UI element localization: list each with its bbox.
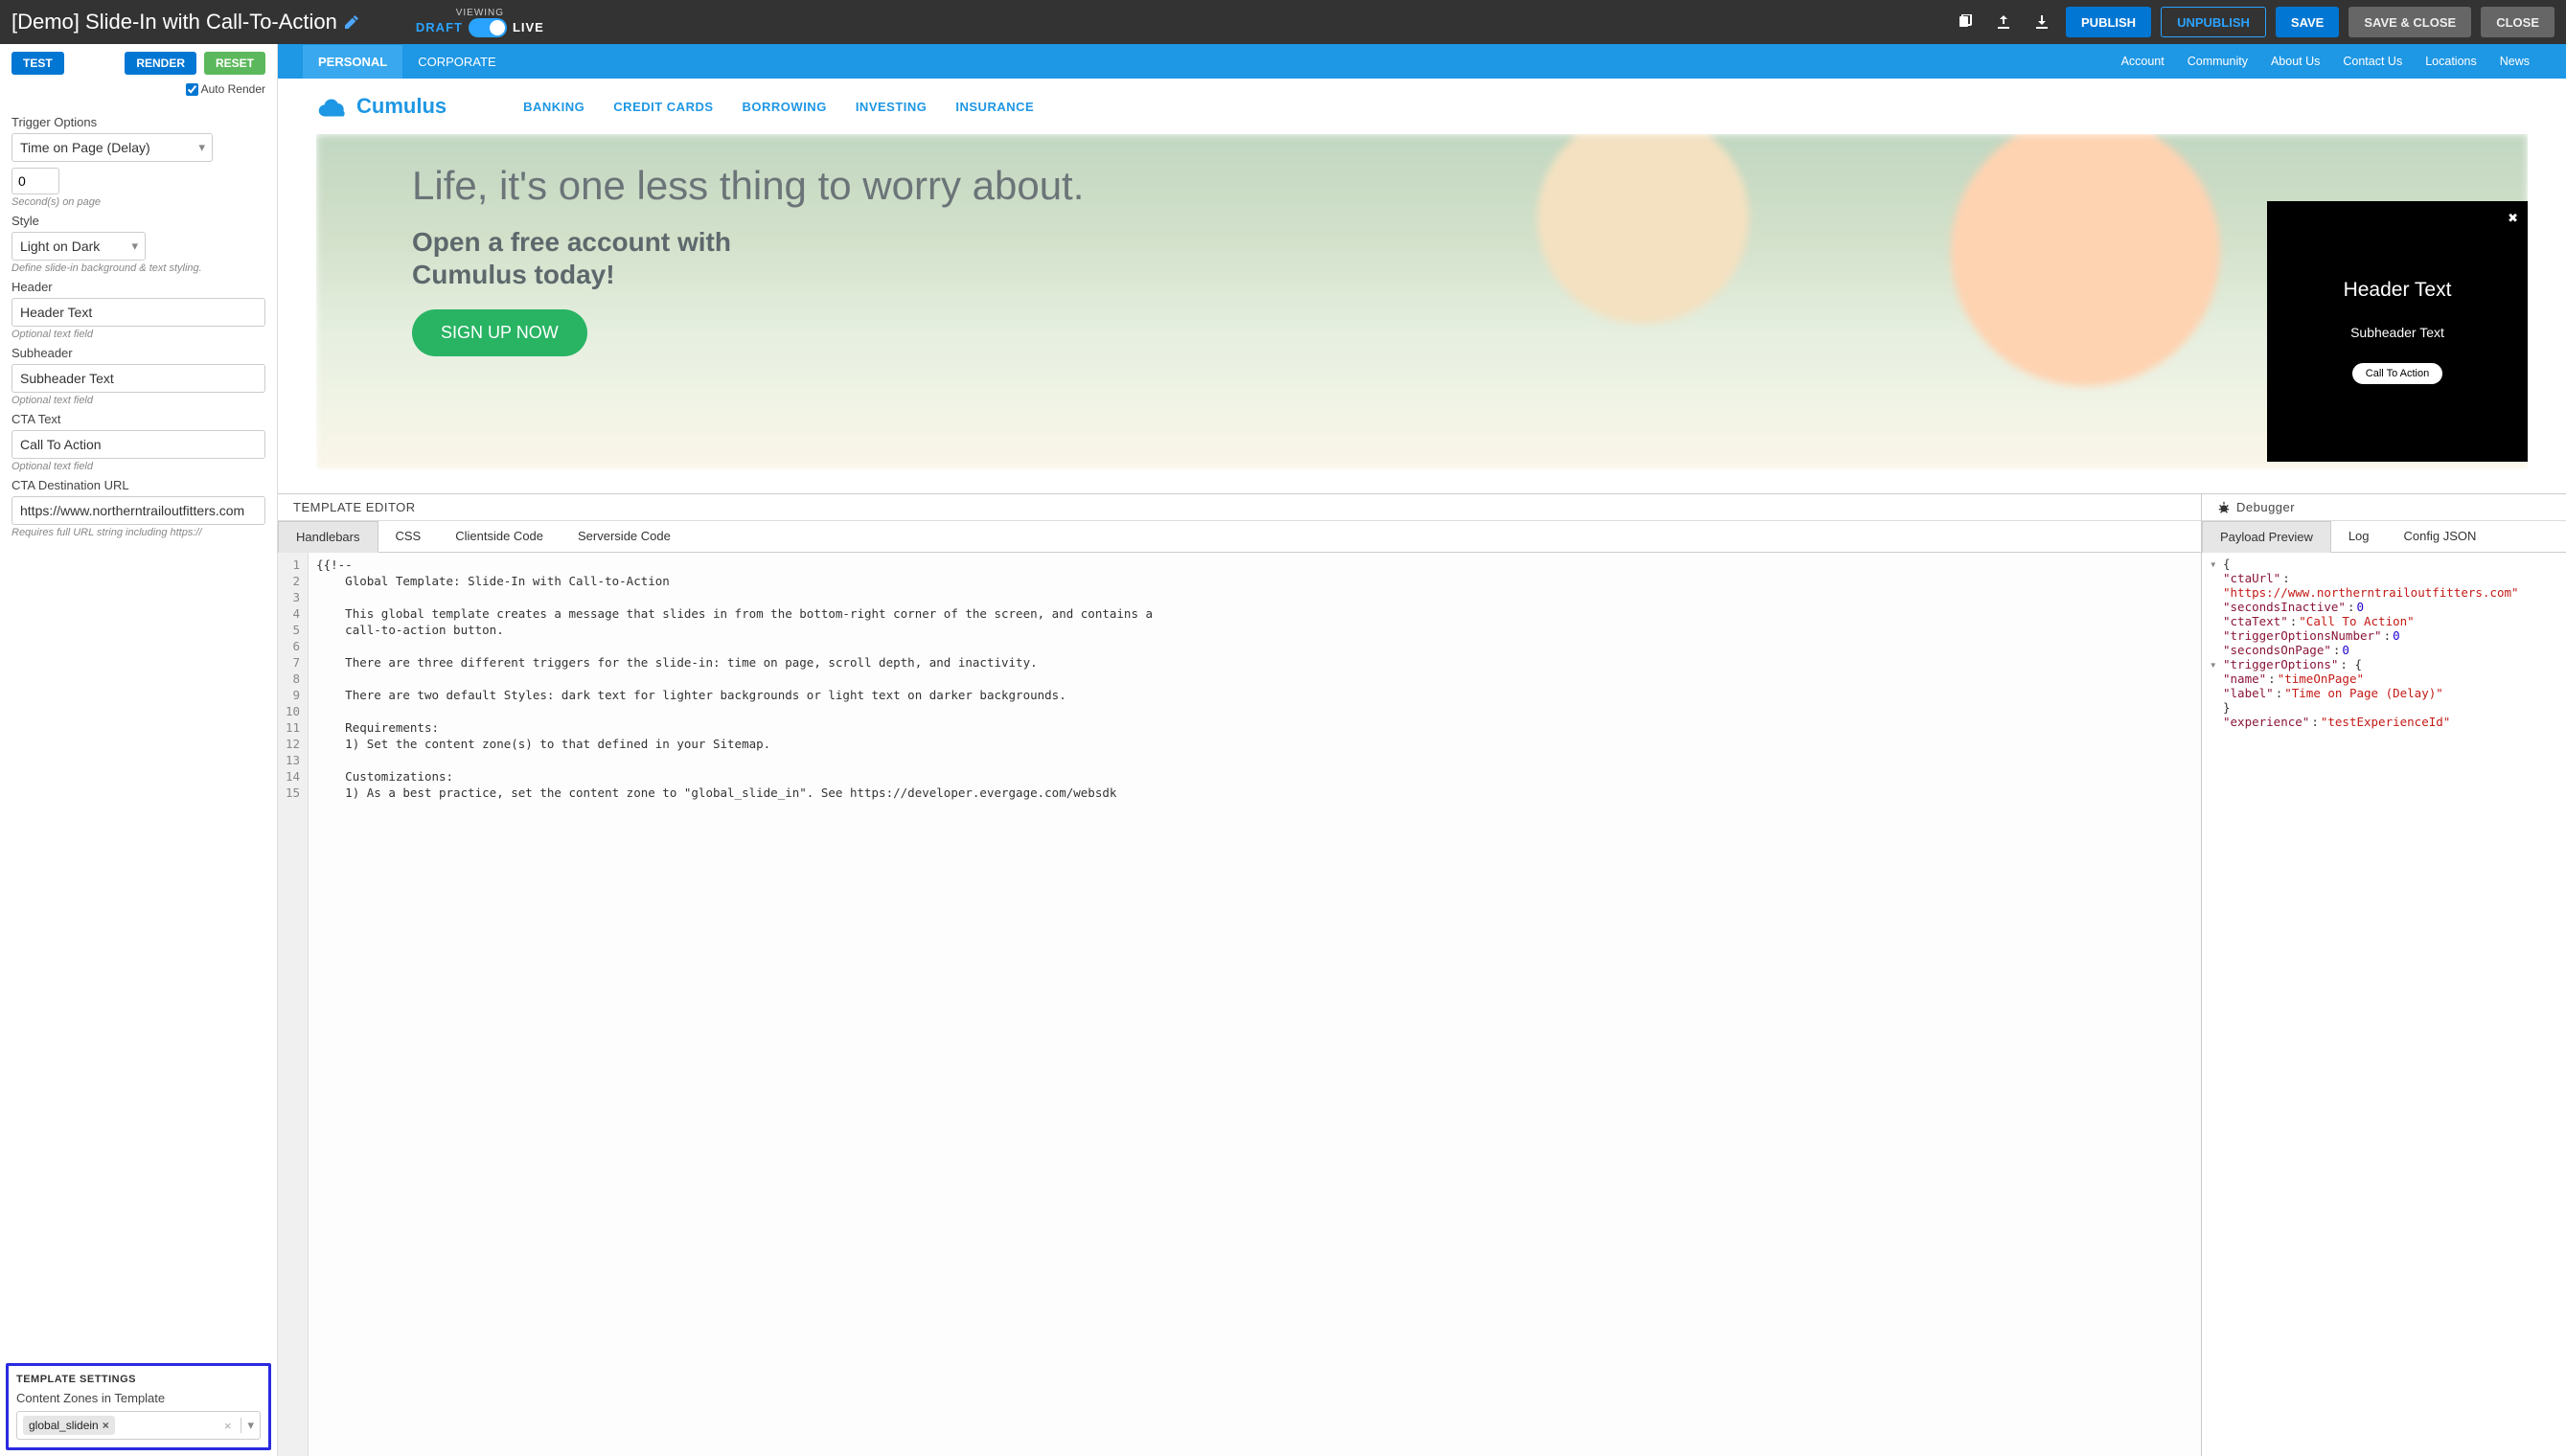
tab-payload[interactable]: Payload Preview bbox=[2202, 521, 2331, 553]
autorender-checkbox[interactable] bbox=[186, 83, 198, 96]
draft-label: DRAFT bbox=[416, 20, 463, 34]
save-button[interactable]: SAVE bbox=[2276, 7, 2339, 37]
tab-personal[interactable]: PERSONAL bbox=[303, 45, 402, 79]
publish-button[interactable]: PUBLISH bbox=[2066, 7, 2151, 37]
cta-input[interactable] bbox=[11, 430, 265, 459]
chevron-down-icon[interactable]: ▾ bbox=[241, 1418, 254, 1433]
link-news[interactable]: News bbox=[2488, 55, 2541, 68]
cta-help: Optional text field bbox=[11, 461, 265, 472]
seconds-help: Second(s) on page bbox=[11, 196, 265, 208]
upload-icon[interactable] bbox=[1989, 8, 2018, 36]
tab-config[interactable]: Config JSON bbox=[2387, 521, 2494, 552]
debugger: Debugger Payload Preview Log Config JSON… bbox=[2202, 494, 2566, 1456]
slidein-close-icon[interactable]: ✖ bbox=[2508, 211, 2518, 226]
test-button[interactable]: TEST bbox=[11, 52, 64, 75]
link-about[interactable]: About Us bbox=[2259, 55, 2331, 68]
slidein-subheader: Subheader Text bbox=[2350, 325, 2444, 340]
tab-clientside[interactable]: Clientside Code bbox=[438, 521, 561, 552]
tab-handlebars[interactable]: Handlebars bbox=[278, 521, 378, 553]
subheader-input[interactable] bbox=[11, 364, 265, 393]
tab-css[interactable]: CSS bbox=[378, 521, 439, 552]
header-input[interactable] bbox=[11, 298, 265, 327]
viewing-toggle: VIEWING DRAFT LIVE bbox=[416, 8, 544, 37]
page-title: [Demo] Slide-In with Call-To-Action bbox=[11, 10, 358, 34]
preview-logo-strip: Cumulus BANKING CREDIT CARDS BORROWING I… bbox=[278, 79, 2566, 134]
template-editor-title: TEMPLATE EDITOR bbox=[278, 494, 2201, 521]
cta-label: CTA Text bbox=[11, 412, 265, 426]
template-editor: TEMPLATE EDITOR Handlebars CSS Clientsid… bbox=[278, 494, 2202, 1456]
code-editor[interactable]: 123456789101112131415 {{!-- Global Templ… bbox=[278, 553, 2201, 1456]
header-label: Header bbox=[11, 280, 265, 294]
nav-insurance[interactable]: INSURANCE bbox=[955, 100, 1034, 114]
nav-credit[interactable]: CREDIT CARDS bbox=[613, 100, 713, 114]
content-zones-label: Content Zones in Template bbox=[16, 1391, 261, 1405]
signup-button[interactable]: SIGN UP NOW bbox=[412, 309, 587, 356]
viewing-label: VIEWING bbox=[456, 8, 504, 18]
link-locations[interactable]: Locations bbox=[2414, 55, 2488, 68]
link-community[interactable]: Community bbox=[2176, 55, 2259, 68]
style-help: Define slide-in background & text stylin… bbox=[11, 262, 265, 274]
pencil-icon[interactable] bbox=[345, 15, 358, 29]
preview: PERSONAL CORPORATE Account Community Abo… bbox=[278, 44, 2566, 494]
template-settings: TEMPLATE SETTINGS Content Zones in Templ… bbox=[6, 1363, 271, 1450]
content-zones-select[interactable]: global_slidein × × ▾ bbox=[16, 1411, 261, 1440]
tab-corporate[interactable]: CORPORATE bbox=[402, 45, 511, 79]
seconds-input[interactable] bbox=[11, 168, 59, 194]
trigger-label: Trigger Options bbox=[11, 115, 265, 129]
ctaurl-label: CTA Destination URL bbox=[11, 478, 265, 492]
hero-headline: Life, it's one less thing to worry about… bbox=[412, 163, 2528, 209]
close-button[interactable]: CLOSE bbox=[2481, 7, 2555, 37]
style-label: Style bbox=[11, 214, 265, 228]
sidebar: TEST RENDER RESET Auto Render Trigger Op… bbox=[0, 44, 278, 1456]
nav-borrowing[interactable]: BORROWING bbox=[743, 100, 827, 114]
slidein-overlay: ✖ Header Text Subheader Text Call To Act… bbox=[2267, 201, 2528, 462]
download-icon[interactable] bbox=[2028, 8, 2056, 36]
render-button[interactable]: RENDER bbox=[125, 52, 196, 75]
preview-top-strip: PERSONAL CORPORATE Account Community Abo… bbox=[278, 44, 2566, 79]
live-label: LIVE bbox=[513, 20, 544, 34]
nav-investing[interactable]: INVESTING bbox=[856, 100, 928, 114]
topbar: [Demo] Slide-In with Call-To-Action VIEW… bbox=[0, 0, 2566, 44]
ctaurl-help: Requires full URL string including https… bbox=[11, 527, 265, 538]
clear-all-icon[interactable]: × bbox=[220, 1419, 236, 1433]
chip-remove-icon[interactable]: × bbox=[103, 1419, 109, 1432]
header-help: Optional text field bbox=[11, 329, 265, 340]
trigger-select[interactable]: Time on Page (Delay) bbox=[11, 133, 213, 162]
reset-button[interactable]: RESET bbox=[204, 52, 265, 75]
link-account[interactable]: Account bbox=[2110, 55, 2176, 68]
unpublish-button[interactable]: UNPUBLISH bbox=[2161, 7, 2266, 37]
hero: Life, it's one less thing to worry about… bbox=[316, 134, 2528, 469]
slidein-header: Header Text bbox=[2344, 279, 2452, 302]
subheader-help: Optional text field bbox=[11, 395, 265, 406]
nav-banking[interactable]: BANKING bbox=[523, 100, 584, 114]
ctaurl-input[interactable] bbox=[11, 496, 265, 525]
tab-log[interactable]: Log bbox=[2331, 521, 2387, 552]
link-contact[interactable]: Contact Us bbox=[2331, 55, 2414, 68]
content-zone-chip: global_slidein × bbox=[23, 1416, 115, 1435]
slidein-cta-button[interactable]: Call To Action bbox=[2352, 363, 2442, 384]
template-settings-title: TEMPLATE SETTINGS bbox=[16, 1374, 261, 1385]
copy-icon[interactable] bbox=[1951, 8, 1980, 36]
bug-icon bbox=[2217, 501, 2231, 514]
tab-serverside[interactable]: Serverside Code bbox=[561, 521, 688, 552]
debugger-title: Debugger bbox=[2202, 494, 2566, 521]
subheader-label: Subheader bbox=[11, 346, 265, 360]
save-close-button[interactable]: SAVE & CLOSE bbox=[2348, 7, 2471, 37]
logo[interactable]: Cumulus bbox=[316, 94, 447, 119]
hero-subhead: Open a free account with Cumulus today! bbox=[412, 226, 2528, 290]
style-select[interactable]: Light on Dark bbox=[11, 232, 146, 261]
page-title-text: [Demo] Slide-In with Call-To-Action bbox=[11, 10, 337, 34]
draft-live-switch[interactable] bbox=[469, 18, 507, 37]
json-viewer[interactable]: ▾{ "ctaUrl" : "https://www.northerntrail… bbox=[2202, 553, 2566, 1456]
autorender-label: Auto Render bbox=[201, 82, 265, 96]
